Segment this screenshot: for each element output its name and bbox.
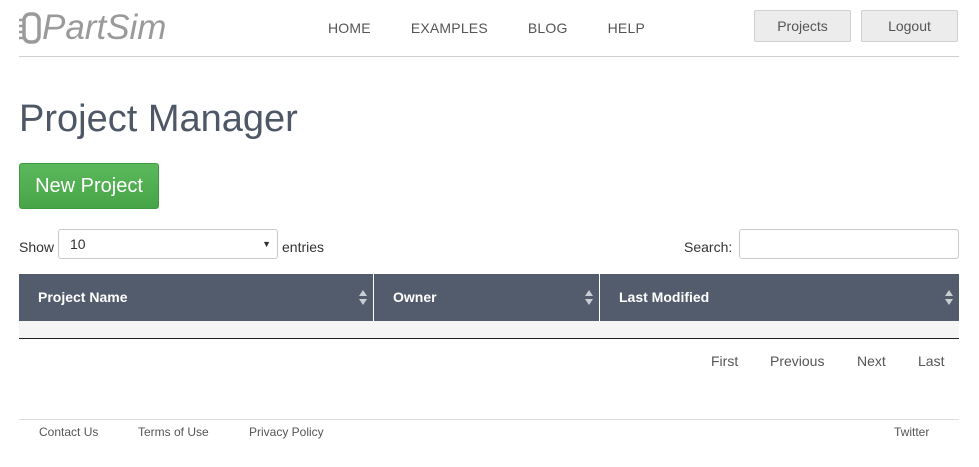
nav-home[interactable]: HOME [328,18,371,38]
column-header-owner[interactable]: Owner [374,274,600,321]
header-divider [19,56,959,57]
table-empty-row [19,321,959,338]
column-header-project-name[interactable]: Project Name [19,274,374,321]
sort-icon [359,290,367,305]
chip-logo-icon [19,12,41,44]
footer-twitter[interactable]: Twitter [894,424,929,440]
pagination-previous[interactable]: Previous [770,352,824,370]
nav-help[interactable]: HELP [608,18,645,38]
search-input[interactable] [739,229,959,259]
entries-label: entries [282,239,325,255]
nav-examples[interactable]: EXAMPLES [411,18,488,38]
pagination-first[interactable]: First [711,352,738,370]
page-length-value: 10 [70,236,86,252]
column-label: Project Name [38,289,128,305]
footer-contact-us[interactable]: Contact Us [39,424,98,440]
pagination-next[interactable]: Next [857,352,886,370]
partsim-logo[interactable]: PartSim [19,8,166,48]
pagination-last[interactable]: Last [918,352,944,370]
page-title: Project Manager [19,98,298,140]
footer-divider [19,419,959,420]
sort-icon [945,290,953,305]
show-label: Show [19,239,55,255]
table-bottom-border [19,338,959,339]
column-header-last-modified[interactable]: Last Modified [600,274,959,321]
projects-button[interactable]: Projects [754,10,851,42]
sort-icon [585,290,593,305]
table-header: Project Name Owner Last Modified [19,274,959,321]
column-label: Owner [393,289,437,305]
dropdown-arrow-icon: ▼ [262,239,271,249]
column-label: Last Modified [619,289,710,305]
logo-text: PartSim [42,8,167,47]
main-nav: HOME EXAMPLES BLOG HELP [328,18,685,38]
page-length-select[interactable]: 10 ▼ [58,229,278,259]
new-project-button[interactable]: New Project [19,163,159,209]
logout-button[interactable]: Logout [861,10,958,42]
footer-privacy-policy[interactable]: Privacy Policy [249,424,324,440]
search-label: Search: [684,239,733,255]
nav-blog[interactable]: BLOG [528,18,568,38]
footer-terms-of-use[interactable]: Terms of Use [138,424,209,440]
